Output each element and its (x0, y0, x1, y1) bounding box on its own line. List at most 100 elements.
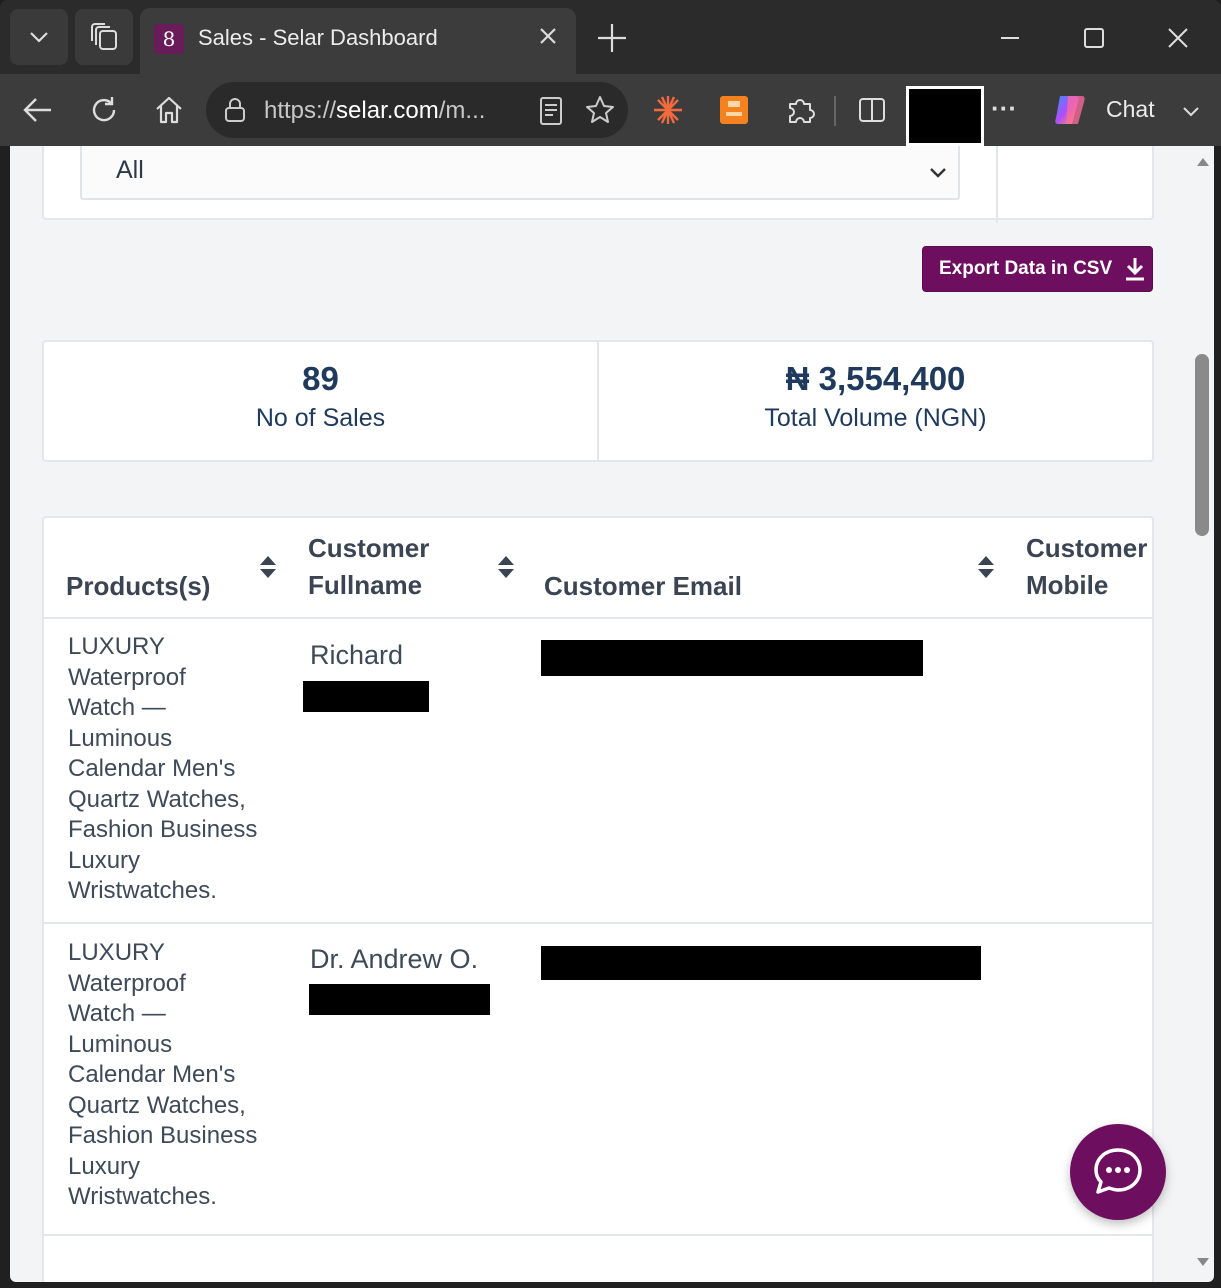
filter-card: All (42, 146, 1154, 222)
extensions-button[interactable] (780, 90, 820, 130)
new-tab-icon[interactable] (594, 20, 630, 56)
product-line: Calendar Men's (68, 1061, 236, 1088)
product-line: Watch — (68, 694, 166, 721)
page-viewport: All Export Data in CSV 89 No of Sales ₦ … (10, 146, 1214, 1282)
header-mobile-line2: Mobile (1026, 570, 1109, 600)
header-email[interactable]: Customer Email (544, 568, 742, 605)
stat-volume: ₦ 3,554,400 Total Volume (NGN) (597, 342, 1152, 460)
scroll-down-icon[interactable] (1195, 1256, 1211, 1268)
back-button[interactable] (18, 90, 58, 130)
product-line: Wristwatches. (68, 877, 217, 904)
product-line: Luxury (68, 846, 141, 874)
product-filter-select[interactable]: All (80, 146, 960, 200)
copilot-icon (1055, 96, 1085, 124)
scroll-thumb[interactable] (1195, 354, 1209, 536)
scroll-up-icon[interactable] (1195, 156, 1211, 168)
tab-active[interactable]: 8 Sales - Selar Dashboard (140, 8, 576, 74)
browser-window: 8 Sales - Selar Dashboard https://selar.… (0, 0, 1221, 1288)
collections-icon (91, 23, 117, 50)
export-csv-button[interactable]: Export Data in CSV (922, 246, 1153, 292)
redacted-surname (309, 984, 490, 1015)
profile-avatar-redacted[interactable] (906, 86, 984, 146)
redacted-email (541, 640, 923, 676)
chat-label[interactable]: Chat (1106, 96, 1155, 123)
puzzle-icon (789, 99, 815, 123)
extension-orange-button[interactable] (714, 90, 754, 130)
back-arrow-icon (23, 98, 51, 122)
reading-view-icon[interactable] (538, 96, 564, 126)
product-line: Wristwatches. (68, 1183, 217, 1210)
sort-icon[interactable] (258, 554, 278, 580)
table-row-2-product: LUXURY Waterproof Watch — Luminous Calen… (68, 938, 288, 1213)
volume-value: ₦ 3,554,400 (785, 360, 966, 397)
split-screen-button[interactable] (852, 90, 892, 130)
header-mobile[interactable]: Customer Mobile (1026, 530, 1147, 604)
close-window-icon[interactable] (1158, 18, 1198, 58)
redacted-email (541, 946, 981, 980)
product-line: Luminous (68, 724, 173, 752)
sales-label: No of Sales (255, 404, 386, 432)
header-mobile-line1: Customer (1026, 533, 1148, 563)
product-line: Watch — (68, 1000, 166, 1027)
orange-extension-icon (720, 96, 748, 124)
stat-sales: 89 No of Sales (44, 342, 597, 460)
toolbar-divider (834, 96, 836, 126)
tab-strip: 8 Sales - Selar Dashboard (0, 0, 1221, 74)
product-line: LUXURY (68, 633, 165, 660)
home-button[interactable] (149, 90, 189, 130)
product-line: Quartz Watches, (68, 785, 246, 813)
tab-actions-button[interactable] (10, 9, 68, 65)
url-text[interactable]: https://selar.com/m... (264, 97, 485, 125)
chevron-down-icon (30, 32, 48, 43)
lock-icon[interactable] (222, 96, 248, 124)
product-line: Waterproof (68, 969, 186, 997)
filter-divider (996, 146, 998, 222)
page-scrollbar[interactable] (1192, 146, 1214, 1282)
workspaces-button[interactable] (75, 9, 133, 65)
selar-favicon-icon: 8 (154, 24, 184, 54)
table-row-2-name: Dr. Andrew O. (310, 944, 479, 974)
product-line: LUXURY (68, 939, 165, 966)
extension-sparkle-button[interactable] (648, 90, 688, 130)
stats-card: 89 No of Sales ₦ 3,554,400 Total Volume … (42, 340, 1154, 462)
product-line: Luxury (68, 1152, 141, 1180)
row-divider (44, 922, 1154, 924)
chat-bubble-icon (1094, 1148, 1142, 1194)
chevron-down-icon (930, 168, 946, 178)
maximize-icon[interactable] (1074, 18, 1114, 58)
volume-label: Total Volume (NGN) (764, 404, 987, 432)
sales-count: 89 (302, 360, 339, 397)
header-products[interactable]: Products(s) (66, 568, 210, 605)
table-row-1-product: LUXURY Waterproof Watch — Luminous Calen… (68, 632, 288, 907)
chevron-down-icon[interactable] (1180, 100, 1202, 122)
address-bar[interactable]: https://selar.com/m... (206, 82, 628, 138)
row-divider (44, 1234, 1154, 1236)
product-line: Waterproof (68, 663, 186, 691)
header-fullname-line2: Fullname (308, 570, 423, 600)
tab-title: Sales - Selar Dashboard (198, 25, 438, 50)
export-button-label: Export Data in CSV (939, 258, 1113, 279)
more-menu-button[interactable]: ··· (984, 88, 1024, 128)
product-line: Calendar Men's (68, 755, 236, 782)
sales-table: Products(s) Customer Fullname Customer E… (42, 516, 1154, 1282)
support-chat-button[interactable] (1070, 1124, 1166, 1220)
close-tab-icon[interactable] (534, 22, 562, 50)
product-line: Luminous (68, 1030, 173, 1058)
redacted-surname (303, 681, 429, 712)
favorite-star-icon[interactable] (584, 94, 616, 126)
refresh-icon (92, 97, 116, 122)
home-icon (156, 96, 182, 124)
split-screen-icon (859, 98, 885, 122)
browser-toolbar: https://selar.com/m... ··· Chat (0, 74, 1221, 146)
table-row-1-name: Richard (310, 640, 404, 670)
refresh-button[interactable] (84, 90, 124, 130)
header-fullname[interactable]: Customer Fullname (308, 530, 429, 604)
sort-icon[interactable] (496, 554, 516, 580)
sort-icon[interactable] (976, 554, 996, 580)
download-icon (1126, 258, 1145, 281)
product-line: Fashion Business (68, 1122, 258, 1149)
header-divider (44, 617, 1154, 619)
product-line: Fashion Business (68, 816, 258, 843)
copilot-button[interactable] (1050, 90, 1090, 130)
minimize-icon[interactable] (990, 18, 1030, 58)
